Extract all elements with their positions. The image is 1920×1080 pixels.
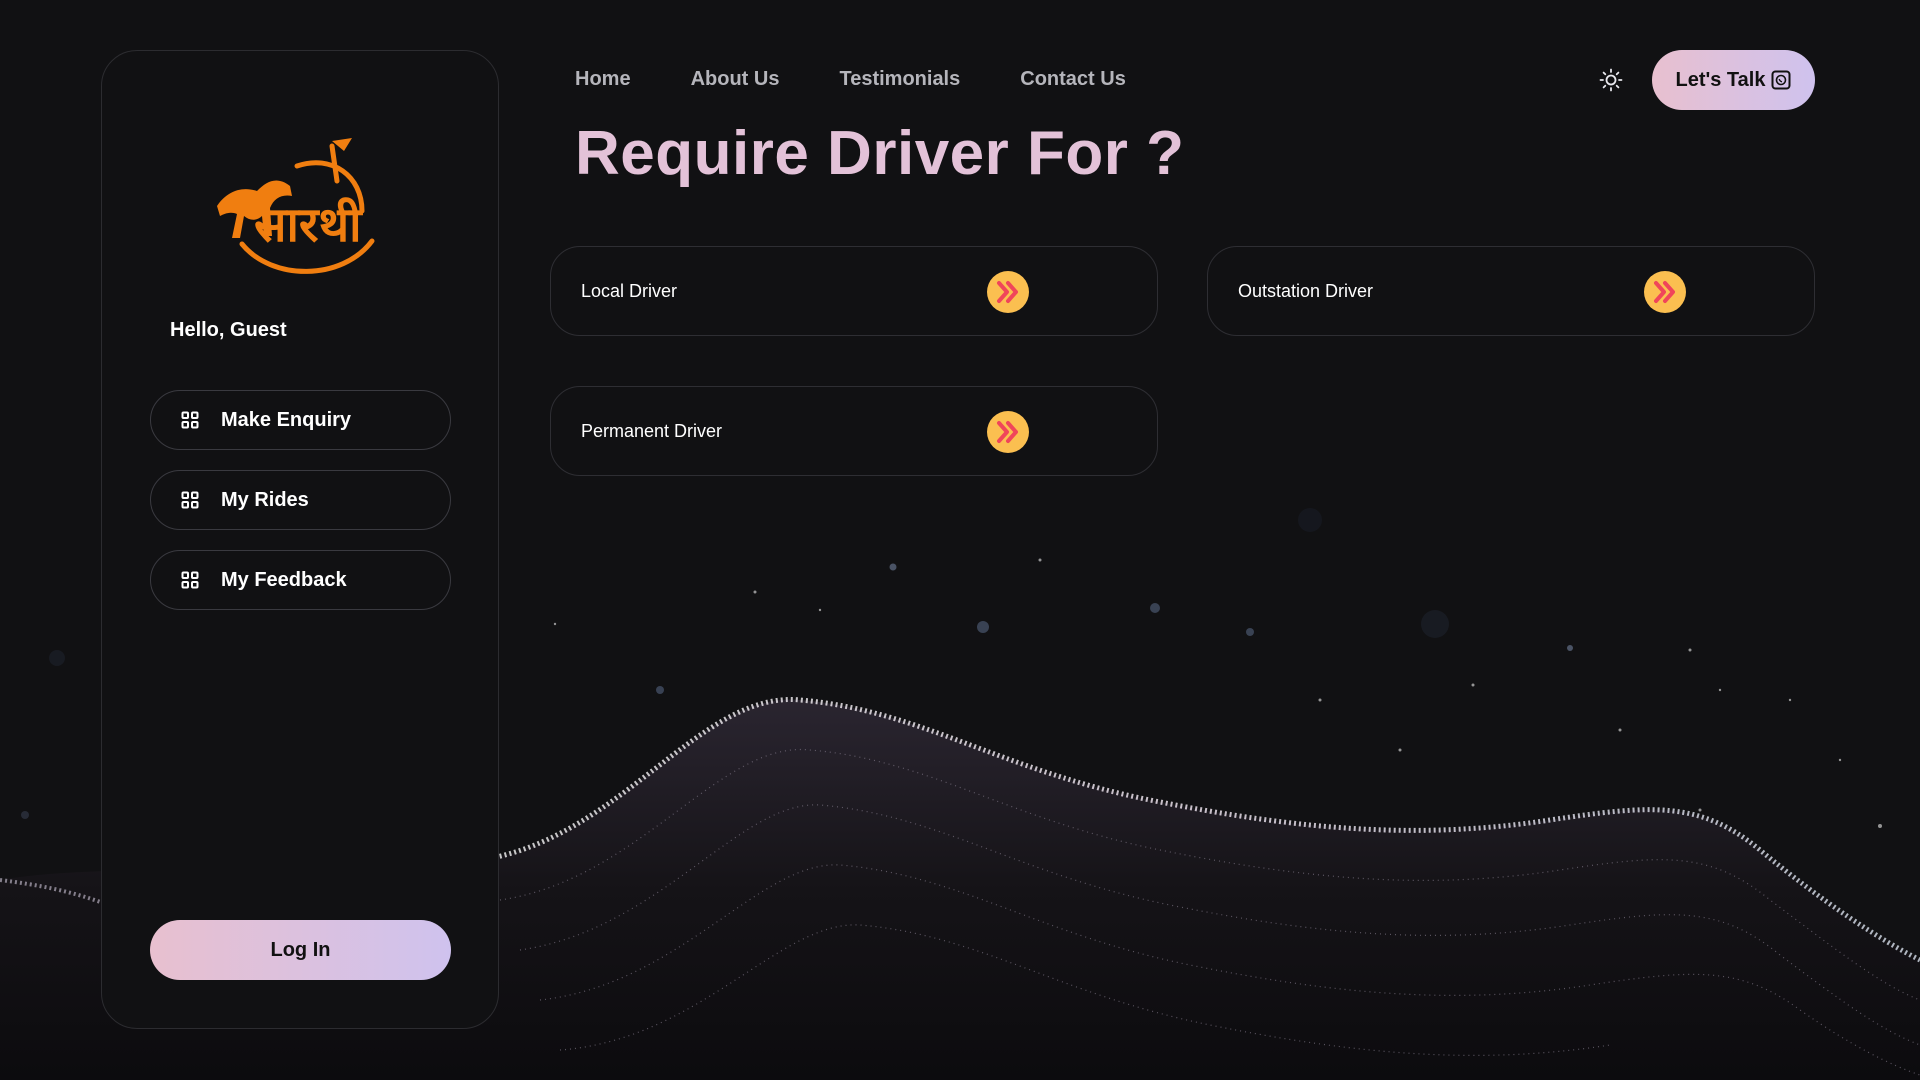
- sun-icon[interactable]: [1599, 68, 1623, 92]
- my-feedback-button[interactable]: My Feedback: [150, 550, 451, 610]
- my-feedback-label: My Feedback: [221, 568, 347, 591]
- option-label: Local Driver: [581, 280, 678, 301]
- sarthi-logo: सारथी: [217, 138, 375, 274]
- my-rides-label: My Rides: [221, 488, 309, 511]
- nav-link-home[interactable]: Home: [575, 68, 631, 91]
- nav-link-testimonials[interactable]: Testimonials: [839, 68, 960, 91]
- nav-link-about-us[interactable]: About Us: [691, 68, 780, 91]
- option-permanent-driver[interactable]: Permanent Driver: [550, 386, 1158, 476]
- double-chevron-right-icon: [1644, 271, 1686, 313]
- lets-talk-button[interactable]: Let's Talk: [1652, 50, 1815, 110]
- double-chevron-right-icon: [987, 411, 1029, 453]
- my-rides-button[interactable]: My Rides: [150, 470, 451, 530]
- greeting-text: Hello, Guest: [170, 319, 287, 341]
- make-enquiry-label: Make Enquiry: [221, 408, 352, 431]
- page-title: Require Driver For ?: [575, 119, 1185, 188]
- option-outstation-driver[interactable]: Outstation Driver: [1207, 246, 1815, 336]
- nav-link-contact-us[interactable]: Contact Us: [1020, 68, 1126, 91]
- option-label: Permanent Driver: [581, 420, 723, 441]
- whatsapp-icon: [1771, 70, 1791, 90]
- grid-icon: [181, 571, 199, 589]
- lets-talk-label: Let's Talk: [1675, 68, 1766, 91]
- grid-icon: [181, 411, 199, 429]
- sidebar: सारथी Hello, Guest Make Enquiry My Rides: [101, 50, 499, 1029]
- top-nav: Home About Us Testimonials Contact Us: [575, 68, 1186, 91]
- svg-text:सारथी: सारथी: [253, 197, 363, 253]
- login-button[interactable]: Log In: [150, 920, 451, 980]
- make-enquiry-button[interactable]: Make Enquiry: [150, 390, 451, 450]
- option-label: Outstation Driver: [1238, 280, 1374, 301]
- grid-icon: [181, 491, 199, 509]
- option-local-driver[interactable]: Local Driver: [550, 246, 1158, 336]
- double-chevron-right-icon: [987, 271, 1029, 313]
